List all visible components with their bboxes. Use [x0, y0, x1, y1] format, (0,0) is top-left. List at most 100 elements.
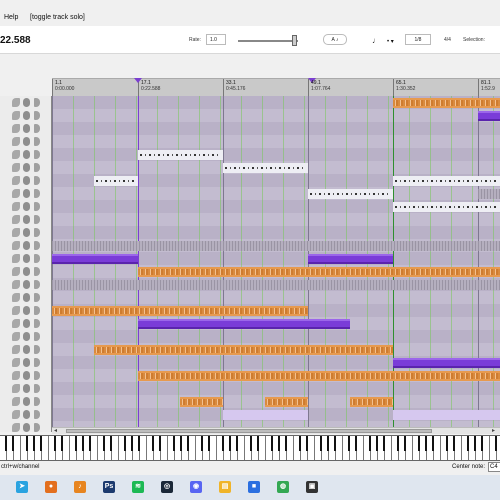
piano-white-key[interactable]	[140, 436, 147, 460]
track-instrument-icon[interactable]	[12, 423, 20, 432]
track-volume-icon[interactable]	[34, 293, 40, 302]
track-header-row[interactable]	[0, 382, 52, 395]
track-header-row[interactable]	[0, 369, 52, 382]
dotted-note-icon[interactable]: • ▾	[387, 38, 394, 45]
pattern-clip[interactable]	[223, 162, 308, 173]
track-instrument-icon[interactable]	[12, 111, 20, 120]
scrollbar-thumb[interactable]	[66, 429, 432, 433]
track-lane[interactable]	[52, 135, 500, 148]
track-volume-icon[interactable]	[34, 111, 40, 120]
track-instrument-icon[interactable]	[12, 280, 20, 289]
pattern-clip[interactable]	[393, 201, 500, 212]
timeline-ruler[interactable]: 1.1 0:00.000 17.1 0:22.588 33.1 0:45.176 49…	[52, 78, 500, 97]
pattern-clip[interactable]	[478, 110, 500, 121]
track-mute-icon[interactable]	[23, 228, 30, 237]
piano-white-key[interactable]	[238, 436, 245, 460]
track-lane[interactable]	[52, 187, 500, 200]
track-lane[interactable]	[52, 382, 500, 395]
track-instrument-icon[interactable]	[12, 202, 20, 211]
track-volume-icon[interactable]	[34, 332, 40, 341]
track-header-row[interactable]	[0, 213, 52, 226]
track-header-row[interactable]	[0, 109, 52, 122]
pattern-clip[interactable]	[350, 396, 393, 407]
fl-studio-icon[interactable]: ♪	[74, 481, 86, 493]
track-lane[interactable]	[52, 291, 500, 304]
track-mute-icon[interactable]	[23, 124, 30, 133]
track-volume-icon[interactable]	[34, 176, 40, 185]
track-lane[interactable]	[52, 148, 500, 161]
track-header-row[interactable]	[0, 304, 52, 317]
track-header-row[interactable]	[0, 226, 52, 239]
track-instrument-icon[interactable]	[12, 358, 20, 367]
track-mute-icon[interactable]	[23, 202, 30, 211]
pattern-clip[interactable]	[52, 240, 500, 251]
track-mute-icon[interactable]	[23, 176, 30, 185]
track-header-row[interactable]	[0, 135, 52, 148]
track-header-row[interactable]	[0, 161, 52, 174]
pattern-clip[interactable]	[138, 266, 393, 277]
track-volume-icon[interactable]	[34, 397, 40, 406]
track-lane[interactable]	[52, 122, 500, 135]
piano-white-key[interactable]	[385, 436, 392, 460]
track-mute-icon[interactable]	[23, 163, 30, 172]
piano-white-key[interactable]	[287, 436, 294, 460]
piano-white-key[interactable]	[336, 436, 343, 460]
track-header-row[interactable]	[0, 421, 52, 434]
pattern-clip[interactable]	[94, 175, 138, 186]
track-volume-icon[interactable]	[34, 189, 40, 198]
track-instrument-icon[interactable]	[12, 98, 20, 107]
track-instrument-icon[interactable]	[12, 410, 20, 419]
division-field[interactable]: 1/8	[405, 34, 431, 45]
track-volume-icon[interactable]	[34, 98, 40, 107]
track-header-row[interactable]	[0, 96, 52, 109]
track-header-row[interactable]	[0, 408, 52, 421]
track-volume-icon[interactable]	[34, 254, 40, 263]
piano-white-key[interactable]	[483, 436, 490, 460]
track-lane[interactable]	[52, 226, 500, 239]
chrome-icon[interactable]: ◍	[277, 481, 289, 493]
track-mute-icon[interactable]	[23, 293, 30, 302]
pattern-clip[interactable]	[180, 396, 223, 407]
track-instrument-icon[interactable]	[12, 332, 20, 341]
pattern-clip[interactable]	[393, 175, 500, 186]
pattern-clip[interactable]	[52, 305, 308, 316]
track-volume-icon[interactable]	[34, 267, 40, 276]
piano-white-key[interactable]	[91, 436, 98, 460]
track-mute-icon[interactable]	[23, 189, 30, 198]
track-header-row[interactable]	[0, 174, 52, 187]
pattern-clip[interactable]	[478, 188, 500, 199]
pattern-clip[interactable]	[393, 97, 500, 108]
track-header-row[interactable]	[0, 317, 52, 330]
note-length-icon[interactable]: ♩	[372, 36, 380, 45]
track-lane[interactable]	[52, 109, 500, 122]
spotify-icon[interactable]: ≋	[132, 481, 144, 493]
track-header-row[interactable]	[0, 239, 52, 252]
firefox-icon[interactable]: ●	[45, 481, 57, 493]
track-instrument-icon[interactable]	[12, 384, 20, 393]
piano-white-key[interactable]	[406, 436, 413, 460]
track-mute-icon[interactable]	[23, 345, 30, 354]
track-mute-icon[interactable]	[23, 410, 30, 419]
track-volume-icon[interactable]	[34, 384, 40, 393]
track-header-row[interactable]	[0, 343, 52, 356]
track-volume-icon[interactable]	[34, 410, 40, 419]
tempo-slider-thumb[interactable]	[292, 35, 297, 46]
track-mute-icon[interactable]	[23, 397, 30, 406]
track-instrument-icon[interactable]	[12, 397, 20, 406]
steam-icon[interactable]: ◎	[161, 481, 173, 493]
track-volume-icon[interactable]	[34, 280, 40, 289]
telegram-icon[interactable]: ➤	[16, 481, 28, 493]
track-volume-icon[interactable]	[34, 150, 40, 159]
center-note-field[interactable]: C4	[488, 462, 500, 472]
track-mute-icon[interactable]	[23, 98, 30, 107]
track-volume-icon[interactable]	[34, 124, 40, 133]
track-instrument-icon[interactable]	[12, 293, 20, 302]
roblox-icon[interactable]: ■	[248, 481, 260, 493]
track-instrument-icon[interactable]	[12, 189, 20, 198]
pattern-clip[interactable]	[138, 370, 393, 381]
pattern-clip[interactable]	[393, 370, 500, 381]
track-instrument-icon[interactable]	[12, 163, 20, 172]
pattern-clip[interactable]	[138, 149, 223, 160]
track-instrument-icon[interactable]	[12, 124, 20, 133]
pattern-clip[interactable]	[308, 253, 393, 264]
